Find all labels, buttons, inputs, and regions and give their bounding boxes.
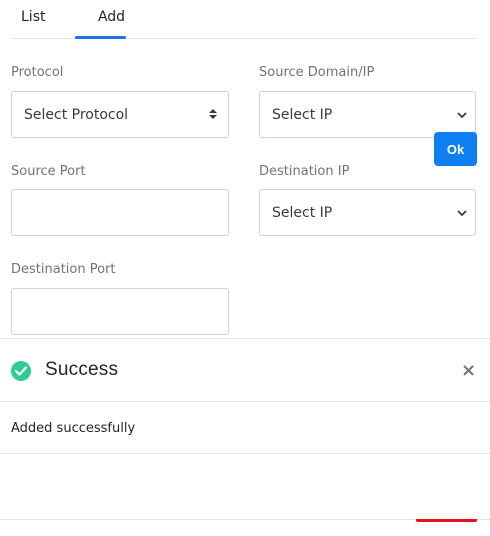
protocol-select[interactable]: Select Protocol bbox=[11, 91, 229, 138]
ok-button[interactable]: Ok bbox=[434, 132, 477, 166]
active-tab-indicator bbox=[75, 36, 126, 39]
destination-ip-select-value: Select IP bbox=[272, 205, 333, 221]
protocol-label: Protocol bbox=[11, 65, 64, 80]
chevron-down-icon bbox=[457, 210, 467, 217]
source-port-label: Source Port bbox=[11, 164, 86, 179]
source-domain-select-value: Select IP bbox=[272, 107, 333, 123]
tab-bar: List Add bbox=[11, 0, 476, 39]
destination-port-label: Destination Port bbox=[11, 262, 116, 277]
tab-add[interactable]: Add bbox=[86, 9, 137, 25]
success-message: Added successfully bbox=[11, 421, 136, 436]
modal-body: Added successfully bbox=[0, 403, 490, 454]
underlying-button-edge bbox=[416, 519, 477, 522]
check-circle-icon bbox=[11, 361, 31, 381]
modal-header: Success × bbox=[0, 339, 490, 402]
success-modal: Success × Added successfully bbox=[0, 338, 490, 536]
source-domain-select[interactable]: Select IP bbox=[259, 91, 476, 138]
protocol-select-value: Select Protocol bbox=[24, 107, 129, 123]
source-domain-label: Source Domain/IP bbox=[259, 65, 375, 80]
modal-title: Success bbox=[45, 359, 119, 380]
chevron-down-icon bbox=[457, 112, 467, 119]
source-port-input[interactable] bbox=[11, 189, 229, 236]
destination-ip-label: Destination IP bbox=[259, 164, 350, 179]
destination-ip-select[interactable]: Select IP bbox=[259, 189, 476, 236]
close-icon[interactable]: × bbox=[461, 360, 476, 381]
sort-arrows-icon bbox=[209, 109, 217, 119]
tab-list[interactable]: List bbox=[21, 9, 45, 25]
destination-port-input[interactable] bbox=[11, 288, 229, 335]
